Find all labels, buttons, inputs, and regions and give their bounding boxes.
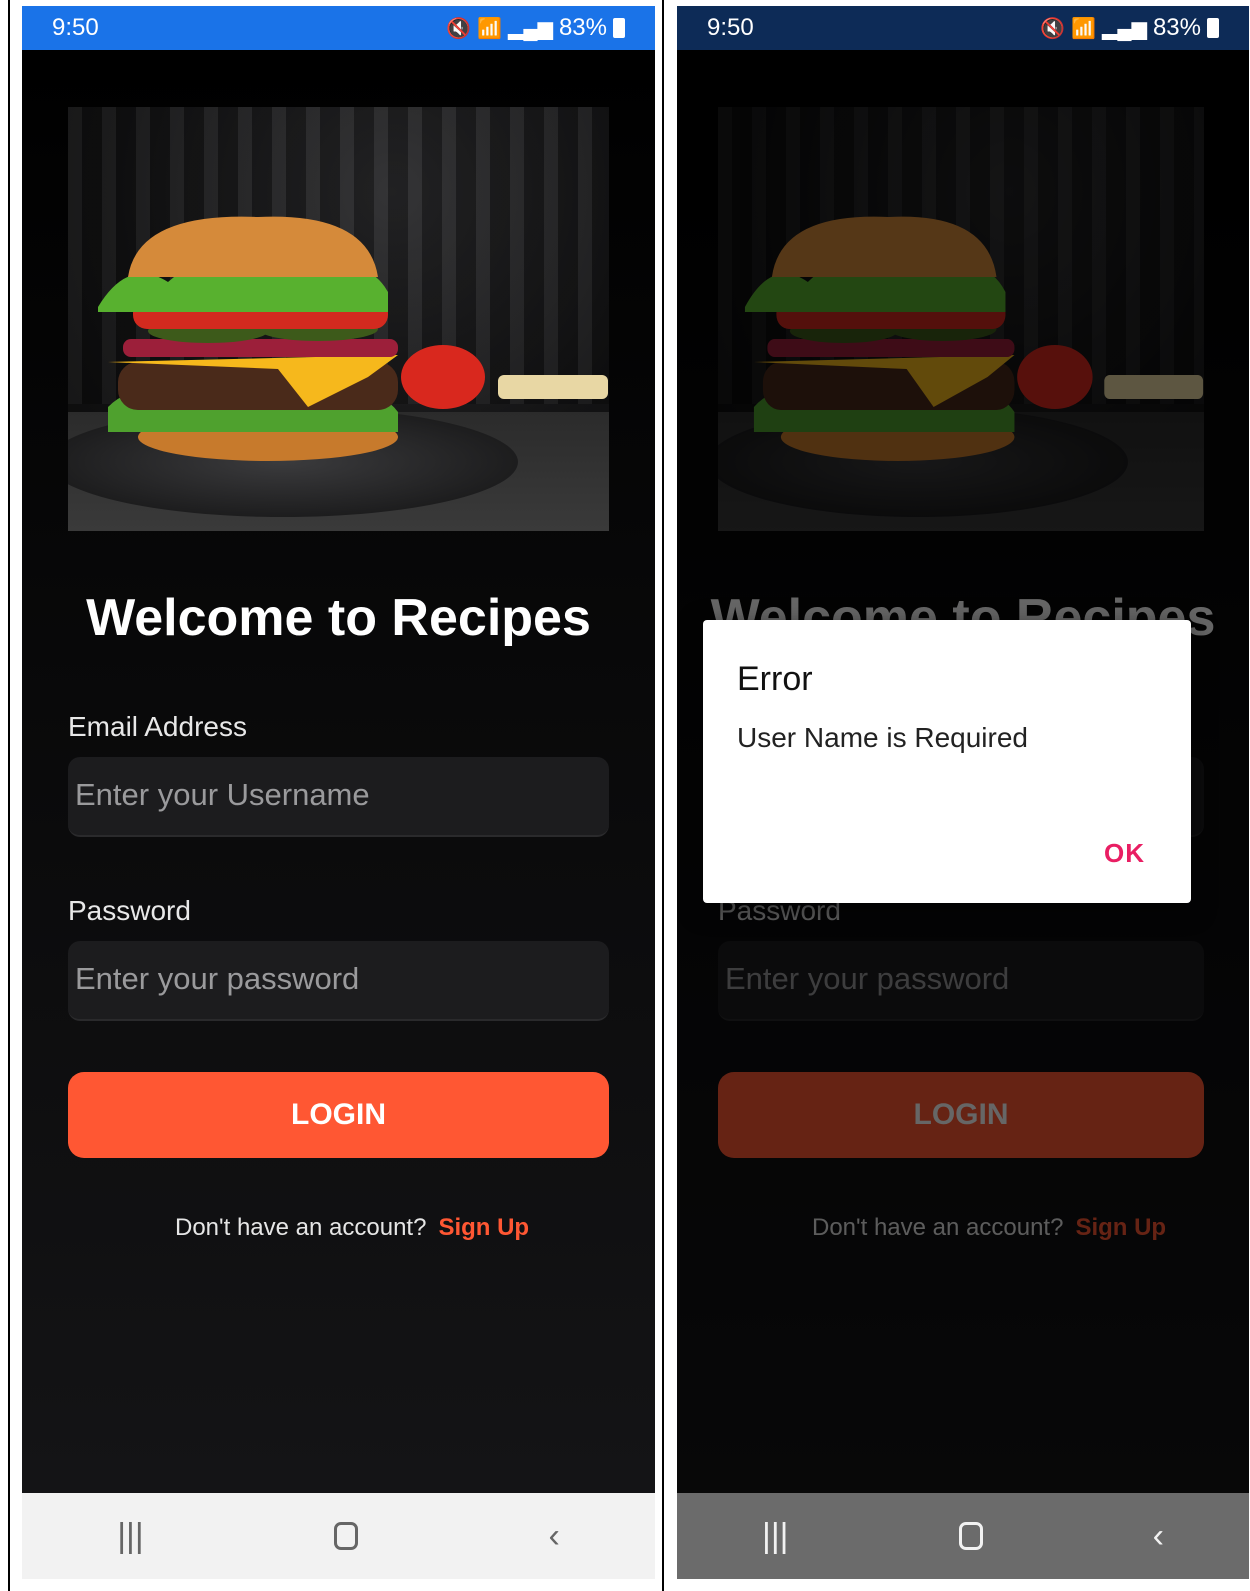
- frame-divider-center: [662, 0, 664, 1591]
- signup-prompt: Don't have an account? Sign Up: [175, 1214, 529, 1242]
- signup-prompt-text: Don't have an account?: [175, 1214, 427, 1241]
- error-dialog: Error User Name is Required OK: [703, 620, 1191, 903]
- battery-icon: [1207, 18, 1219, 38]
- recents-icon[interactable]: |||: [762, 1517, 789, 1556]
- email-field[interactable]: Enter your Username: [68, 757, 609, 837]
- password-field[interactable]: Enter your password: [68, 941, 609, 1021]
- status-bar: 9:50 🔇 📶 ▂▄▆ 83%: [677, 6, 1249, 50]
- status-time: 9:50: [52, 14, 99, 41]
- email-label: Email Address: [68, 711, 247, 742]
- password-placeholder: Enter your password: [75, 961, 360, 996]
- mute-icon: 🔇: [446, 17, 472, 40]
- battery-percent: 83%: [1152, 14, 1201, 41]
- wifi-icon: 📶: [477, 17, 503, 40]
- dialog-ok-button[interactable]: OK: [1104, 838, 1145, 869]
- login-button[interactable]: LOGIN: [68, 1072, 609, 1158]
- android-nav-bar: ||| ‹: [677, 1493, 1249, 1579]
- page-title: Welcome to Recipes: [86, 589, 591, 647]
- burger-illustration: [98, 216, 608, 461]
- battery-percent: 83%: [558, 14, 607, 41]
- frame-divider-left: [8, 0, 10, 1591]
- status-bar: 9:50 🔇 📶 ▂▄▆ 83%: [22, 6, 655, 50]
- signal-icon: ▂▄▆: [508, 17, 553, 40]
- wifi-icon: 📶: [1071, 17, 1097, 40]
- home-icon[interactable]: [958, 1522, 983, 1550]
- home-icon[interactable]: [334, 1522, 359, 1550]
- status-icons: 🔇 📶 ▂▄▆ 83%: [1040, 14, 1219, 42]
- status-time: 9:50: [707, 14, 754, 41]
- signal-icon: ▂▄▆: [1102, 17, 1147, 40]
- hero-burger-image: [68, 107, 609, 531]
- battery-icon: [613, 18, 625, 38]
- android-nav-bar: ||| ‹: [22, 1493, 655, 1579]
- phone-login-screen: 9:50 🔇 📶 ▂▄▆ 83% Welcome to Recipes Emai…: [22, 6, 655, 1579]
- signup-link[interactable]: Sign Up: [438, 1214, 529, 1241]
- password-label: Password: [68, 895, 191, 926]
- mute-icon: 🔇: [1040, 17, 1066, 40]
- email-placeholder: Enter your Username: [75, 777, 370, 812]
- dialog-message: User Name is Required: [737, 722, 1028, 753]
- login-content: Welcome to Recipes Email Address Enter y…: [22, 50, 655, 1493]
- dialog-title: Error: [737, 660, 813, 698]
- status-icons: 🔇 📶 ▂▄▆ 83%: [446, 14, 625, 42]
- back-icon[interactable]: ‹: [1153, 1517, 1164, 1556]
- recents-icon[interactable]: |||: [117, 1517, 144, 1556]
- back-icon[interactable]: ‹: [548, 1517, 559, 1556]
- phone-error-dialog-screen: 9:50 🔇 📶 ▂▄▆ 83% Error User Name is Requ…: [677, 6, 1249, 1579]
